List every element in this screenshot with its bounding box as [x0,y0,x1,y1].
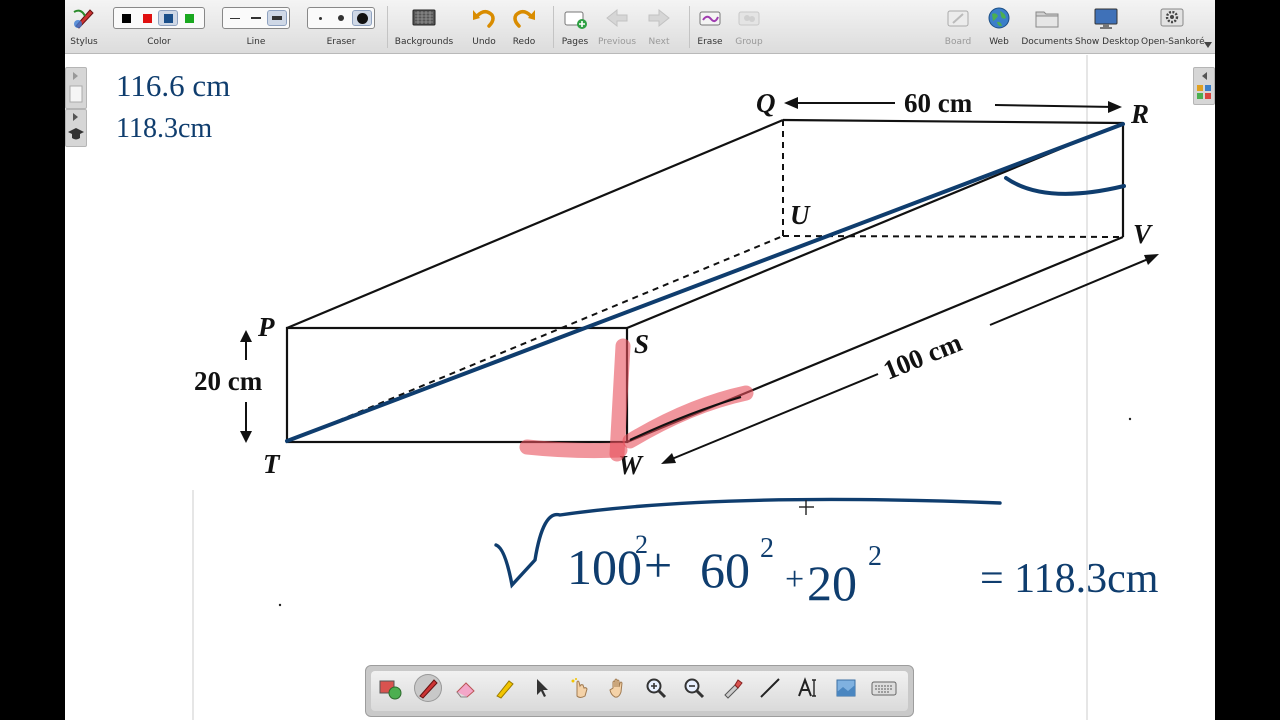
blue-ink-annotations[interactable] [285,122,1126,443]
zoom-out-icon [684,678,705,699]
vertex-t-label: T [263,449,281,479]
keyboard-tool[interactable] [870,674,898,702]
vertex-v-label: V [1133,219,1153,249]
dim-20-label: 20 cm [194,366,263,396]
screenshot-icon [836,679,856,697]
formula-exp-b[interactable]: 2 [760,533,774,564]
pen-tool[interactable] [414,674,442,702]
note-line-2[interactable]: 118.3cm [116,113,212,144]
whiteboard-canvas[interactable]: P Q R S T U V W 60 cm 20 cm 100 cm 116.6… [65,0,1215,720]
vertex-u-label: U [790,200,811,230]
formula-result[interactable]: = 118.3cm [980,556,1159,602]
note-line-1[interactable]: 116.6 cm [116,68,230,103]
vertex-p-label: P [257,312,275,342]
front-face [285,326,629,444]
arrowhead [1144,254,1159,265]
cursor-arrow-icon [537,679,548,697]
edge-pq [286,118,784,330]
arrowhead [784,97,798,109]
zoom-in-icon [646,678,667,699]
dim-60-label: 60 cm [904,88,973,118]
highlighter-icon [496,680,514,699]
laser-pointer-tool[interactable] [566,674,594,702]
sankore-window: Stylus Color Line Eraser Backgrounds Und… [65,0,1215,720]
pointer-tool[interactable] [528,674,556,702]
dim-100-label: 100 cm [879,327,966,386]
formula-plus-2[interactable]: + [785,561,804,598]
arrowhead [240,330,252,342]
screen-capture-tool[interactable] [832,674,860,702]
highlight-sw-edge[interactable] [609,338,631,462]
eraser-tool[interactable] [452,674,480,702]
zoom-out-tool[interactable] [680,674,708,702]
sparkle-hand-icon [571,678,588,698]
line-tool[interactable] [756,674,784,702]
select-tool[interactable] [376,674,404,702]
capture-tool[interactable] [718,674,746,702]
dim-arrow-60-right [994,104,1116,108]
formula-term-a[interactable]: 100 [567,539,642,595]
formula-term-c[interactable]: 20 [807,555,857,611]
highlight-tw-edge[interactable] [519,439,628,459]
pen-icon [419,679,438,699]
line-icon [760,678,780,698]
stray-dot [278,603,282,607]
formula-term-b[interactable]: 60 [700,542,750,598]
eraser-icon [456,682,475,698]
arrowhead [661,453,676,464]
highlighter-tool[interactable] [490,674,518,702]
tools-dock [365,665,914,717]
edge-qr [782,118,1124,125]
vertex-s-label: S [634,329,649,359]
text-tool[interactable] [794,674,822,702]
stray-dot [1128,417,1132,421]
dimension-labels: 60 cm 20 cm 100 cm [194,88,973,396]
diagonal-tr-line[interactable] [285,122,1125,443]
edge-uv [782,235,1124,238]
vertex-r-label: R [1130,99,1149,129]
zoom-in-tool[interactable] [642,674,670,702]
text-icon [798,677,816,697]
keyboard-icon [871,681,897,696]
formula-exp-c[interactable]: 2 [868,541,882,572]
select-tool-icon [379,680,402,700]
hand-icon [609,678,623,698]
angle-arc[interactable] [1004,176,1126,196]
formula-plus-1[interactable]: + [644,537,672,593]
arrowhead [240,431,252,443]
crosshair-cursor-icon [799,500,814,515]
dim-arrow-100-upper [989,256,1154,326]
arrowhead [1108,101,1122,113]
vertex-q-label: Q [756,88,776,118]
hand-tool[interactable] [604,674,632,702]
pipette-icon [724,679,743,699]
dim-arrow-100-lower [666,373,879,462]
